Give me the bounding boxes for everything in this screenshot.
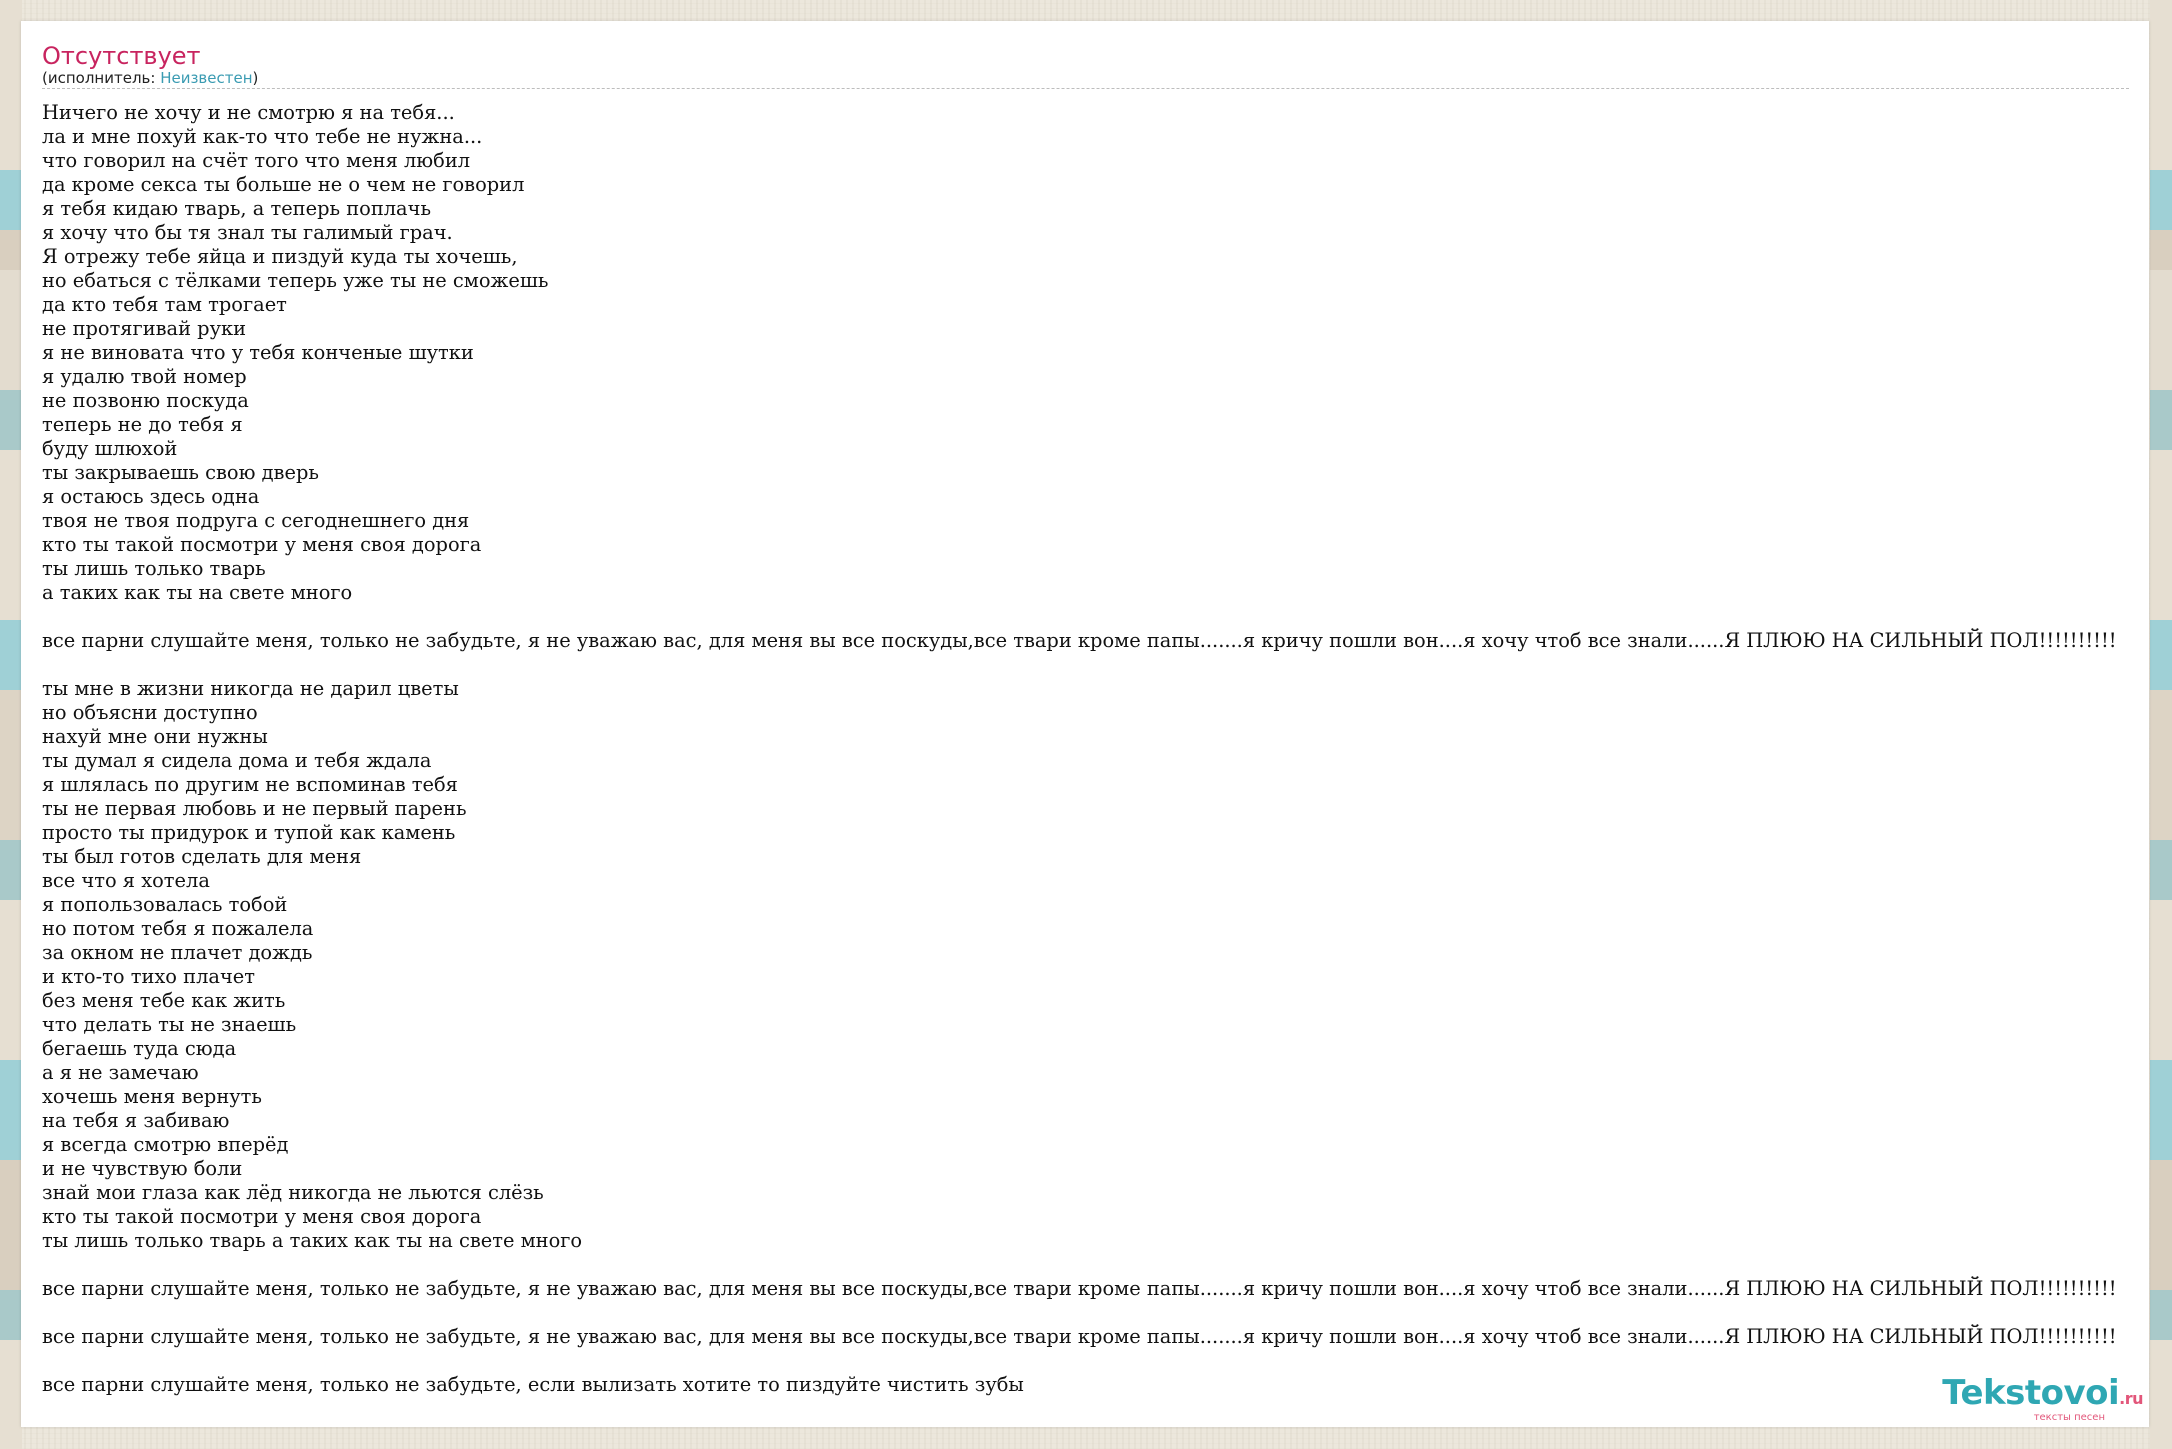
lyric-line [42, 1253, 2149, 1277]
lyric-line: бегаешь туда сюда [42, 1037, 237, 1060]
band-stripe [0, 900, 22, 1060]
lyric-line: ты закрываешь свою дверь [42, 461, 319, 484]
lyric-line: а я не замечаю [42, 1061, 199, 1084]
left-decorative-band [0, 0, 22, 1449]
lyric-line: все парни слушайте меня, только не забуд… [42, 1373, 1024, 1396]
band-stripe [0, 1340, 22, 1449]
band-stripe [0, 1160, 22, 1290]
band-stripe [0, 620, 22, 690]
lyric-line: просто ты придурок и тупой как камень [42, 821, 456, 844]
lyric-line: но потом тебя я пожалела [42, 917, 314, 940]
lyric-line: не протягивай руки [42, 317, 247, 340]
band-stripe [0, 840, 22, 900]
band-stripe [2150, 450, 2172, 620]
lyric-line: я тебя кидаю тварь, а теперь поплачь [42, 197, 431, 220]
lyric-line: ла и мне похуй как-то что тебе не нужна.… [42, 125, 483, 148]
lyric-line: все парни слушайте меня, только не забуд… [42, 1325, 2117, 1348]
lyric-line: ты лишь только тварь а таких как ты на с… [42, 1229, 583, 1252]
lyric-line: и кто-то тихо плачет [42, 965, 255, 988]
band-stripe [0, 230, 22, 270]
lyric-line: я хочу что бы тя знал ты галимый грач. [42, 221, 453, 244]
lyric-line: не позвоню поскуда [42, 389, 249, 412]
lyric-line: ты лишь только тварь [42, 557, 266, 580]
band-stripe [0, 1060, 22, 1160]
performer-line: (исполнитель: Неизвестен) [42, 69, 2129, 87]
lyric-line: твоя не твоя подруга с сегоднешнего дня [42, 509, 470, 532]
lyric-line [42, 605, 2149, 629]
lyric-line [42, 653, 2149, 677]
lyrics-text: Ничего не хочу и не смотрю я на тебя... л… [42, 101, 2149, 1397]
lyric-line: теперь не до тебя я [42, 413, 243, 436]
song-header: Отсутствует (исполнитель: Неизвестен) [42, 41, 2129, 87]
lyric-line: за окном не плачет дождь [42, 941, 313, 964]
lyrics-card: Отсутствует (исполнитель: Неизвестен) Ни… [21, 21, 2149, 1427]
lyric-line: все парни слушайте меня, только не забуд… [42, 629, 2117, 652]
lyric-line: я не виновата что у тебя конченые шутки [42, 341, 474, 364]
lyric-line: я всегда смотрю вперёд [42, 1133, 289, 1156]
lyric-line: Ничего не хочу и не смотрю я на тебя... [42, 101, 455, 124]
band-stripe [2150, 1160, 2172, 1290]
band-stripe [0, 170, 22, 230]
right-decorative-band [2150, 0, 2172, 1449]
band-stripe [2150, 170, 2172, 230]
lyric-line: и не чувствую боли [42, 1157, 243, 1180]
band-stripe [0, 0, 22, 170]
band-stripe [2150, 1340, 2172, 1449]
lyric-line: но объясни доступно [42, 701, 258, 724]
lyric-line: я шлялась по другим не вспоминав тебя [42, 773, 458, 796]
logo-wordmark: Tekstovoi.ru [1942, 1375, 2143, 1417]
lyric-line: что делать ты не знаешь [42, 1013, 297, 1036]
band-stripe [2150, 690, 2172, 840]
lyric-line: все парни слушайте меня, только не забуд… [42, 1277, 2117, 1300]
band-stripe [2150, 1290, 2172, 1340]
band-stripe [2150, 620, 2172, 690]
performer-link[interactable]: Неизвестен [160, 69, 252, 87]
band-stripe [2150, 230, 2172, 270]
band-stripe [2150, 1060, 2172, 1160]
lyric-line: нахуй мне они нужны [42, 725, 268, 748]
lyric-line: на тебя я забиваю [42, 1109, 230, 1132]
lyric-line: без меня тебе как жить [42, 989, 286, 1012]
lyric-line: кто ты такой посмотри у меня своя дорога [42, 1205, 482, 1228]
lyric-line: да кто тебя там трогает [42, 293, 287, 316]
site-logo[interactable]: Tekstovoi.ru тексты песен [1942, 1375, 2143, 1423]
lyric-line: что говорил на счёт того что меня любил [42, 149, 471, 172]
lyric-line: ты не первая любовь и не первый парень [42, 797, 467, 820]
band-stripe [0, 1290, 22, 1340]
lyric-line: я удалю твой номер [42, 365, 247, 388]
lyric-line: кто ты такой посмотри у меня своя дорога [42, 533, 482, 556]
song-title: Отсутствует [42, 42, 201, 70]
lyric-line: знай мои глаза как лёд никогда не льются… [42, 1181, 544, 1204]
band-stripe [2150, 270, 2172, 390]
performer-suffix: ) [252, 69, 259, 87]
band-stripe [0, 450, 22, 620]
lyric-line: я попользовалась тобой [42, 893, 288, 916]
lyric-line [42, 1349, 2149, 1373]
band-stripe [0, 390, 22, 450]
lyric-line: Я отрежу тебе яйца и пиздуй куда ты хоче… [42, 245, 518, 268]
lyric-line: да кроме секса ты больше не о чем не гов… [42, 173, 525, 196]
band-stripe [2150, 390, 2172, 450]
band-stripe [2150, 900, 2172, 1060]
band-stripe [0, 270, 22, 390]
band-stripe [0, 690, 22, 840]
lyric-line: буду шлюхой [42, 437, 178, 460]
lyric-line: а таких как ты на свете много [42, 581, 353, 604]
lyric-line: я остаюсь здесь одна [42, 485, 260, 508]
logo-name: Tekstovoi [1942, 1373, 2120, 1413]
header-divider [42, 88, 2129, 89]
lyric-line: все что я хотела [42, 869, 210, 892]
lyric-line: но ебаться с тёлками теперь уже ты не см… [42, 269, 549, 292]
band-stripe [2150, 0, 2172, 170]
logo-suffix: .ru [2119, 1389, 2143, 1408]
lyric-line: ты был готов сделать для меня [42, 845, 362, 868]
lyric-line [42, 1301, 2149, 1325]
lyric-line: ты мне в жизни никогда не дарил цветы [42, 677, 459, 700]
band-stripe [2150, 840, 2172, 900]
lyric-line: хочешь меня вернуть [42, 1085, 262, 1108]
lyric-line: ты думал я сидела дома и тебя ждала [42, 749, 432, 772]
performer-prefix: (исполнитель: [42, 69, 161, 87]
